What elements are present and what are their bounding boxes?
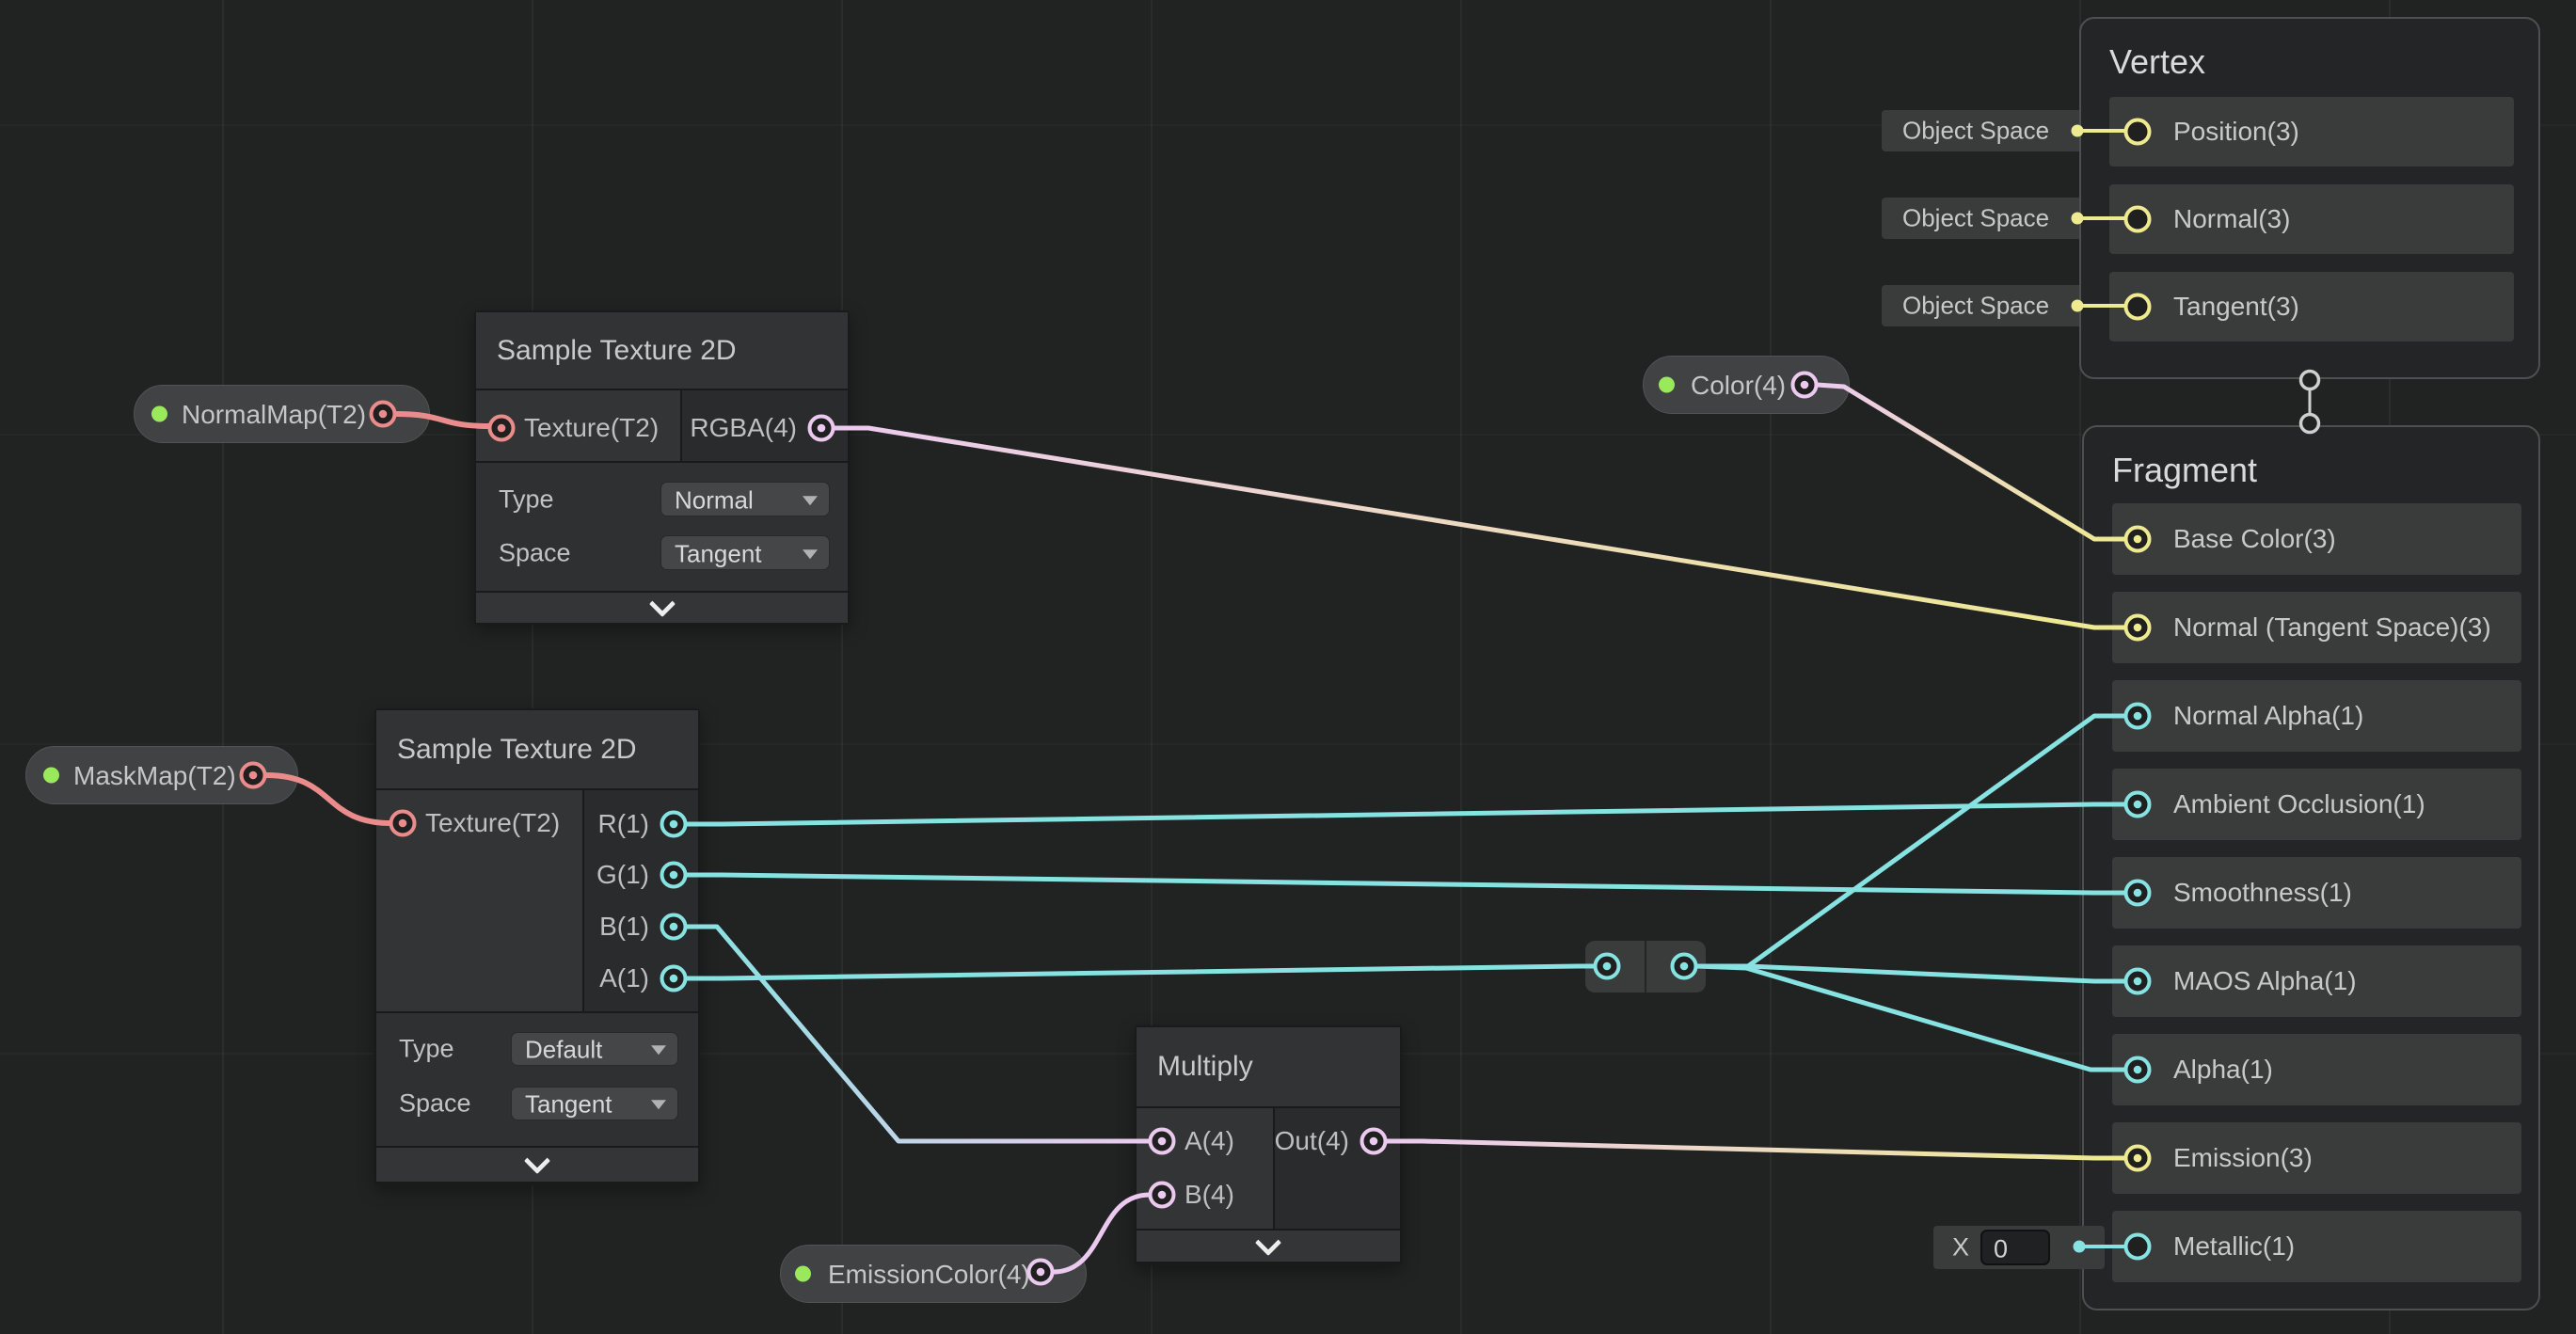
node-title-bar[interactable]: Sample Texture 2D [376,710,698,788]
edge-redirect-to-normal-alpha[interactable] [1696,716,2125,966]
block-row-metallic-1[interactable]: Metallic(1) [2112,1211,2521,1282]
edge-sample2-r-to-ambient-occlusion[interactable] [686,804,2125,824]
block-row-label: Position(3) [2173,117,2299,147]
property-node-maskmap-t2[interactable]: MaskMap(T2) [25,746,298,804]
edge-sample2-a-to-redirect[interactable] [686,966,1595,978]
property-node-label: MaskMap(T2) [73,761,236,791]
dropdown-selected-value: Default [525,1036,602,1065]
collapse-chevron-button[interactable] [376,1148,698,1182]
output-port-label: R(1) [598,809,649,839]
block-row-position-3[interactable]: Position(3) [2109,97,2514,167]
block-row-label: MAOS Alpha(1) [2173,966,2357,996]
dropdown-selected-value: Normal [675,485,754,515]
output-port-label: B(1) [599,912,649,942]
property-node-normalmap-t2[interactable]: NormalMap(T2) [134,385,430,443]
type-dropdown[interactable]: Default [511,1032,678,1066]
block-row-ambient-occlusion-1[interactable]: Ambient Occlusion(1) [2112,769,2521,840]
float-component-label: X [1952,1233,1969,1263]
block-row-normal-tangent-space-3[interactable]: Normal (Tangent Space)(3) [2112,592,2521,663]
block-row-label: Base Color(3) [2173,524,2336,554]
chevron-down-icon [524,1148,550,1174]
edge-sample2-g-to-smoothness[interactable] [686,875,2125,893]
property-node-label: Color(4) [1691,371,1786,401]
node-title-bar[interactable]: Sample Texture 2D [476,312,848,389]
block-row-label: Emission(3) [2173,1143,2313,1173]
block-row-label: Ambient Occlusion(1) [2173,789,2425,819]
badge-label: Object Space [1902,292,2049,321]
badge-label: Object Space [1902,117,2049,146]
block-row-label: Alpha(1) [2173,1055,2273,1085]
node-title-label: Sample Texture 2D [397,734,637,766]
chevron-down-icon [648,591,675,617]
block-row-maos-alpha-1[interactable]: MAOS Alpha(1) [2112,945,2521,1017]
float-value-text: 0 [1994,1235,2008,1264]
space-dropdown[interactable]: Tangent [660,535,830,570]
block-row-label: Normal(3) [2173,204,2290,234]
edge-multiply-out-to-emission[interactable] [1386,1141,2125,1158]
collapse-chevron-button[interactable] [1137,1231,1400,1262]
property-node-label: EmissionColor(4) [828,1260,1030,1290]
shader-graph-canvas[interactable]: NormalMap(T2) MaskMap(T2) Color(4) Emission… [0,0,2576,1334]
edge-redirect-to-maos-alpha[interactable] [1696,966,2125,981]
input-port-label: B(4) [1185,1180,1234,1210]
edge-redirect-to-alpha[interactable] [1696,966,2125,1070]
block-row-emission-3[interactable]: Emission(3) [2112,1122,2521,1194]
property-node-label: NormalMap(T2) [182,400,366,430]
type-dropdown[interactable]: Normal [660,482,830,516]
default-value-badge-object-space: Object Space [1882,198,2100,239]
node-title-label: Sample Texture 2D [497,335,737,367]
output-port-label: Out(4) [1275,1126,1349,1156]
node-title-label: Multiply [1157,1051,1253,1083]
output-port-label: A(1) [599,963,649,993]
dropdown-selected-value: Tangent [525,1090,612,1120]
node-title-bar[interactable]: Multiply [1137,1027,1400,1106]
chevron-down-icon [651,1045,666,1055]
block-row-label: Metallic(1) [2173,1231,2295,1262]
input-port-label: Texture(T2) [524,413,659,443]
block-row-label: Smoothness(1) [2173,878,2352,908]
block-row-tangent-3[interactable]: Tangent(3) [2109,272,2514,341]
control-label-space: Space [499,538,571,567]
input-port-label: A(4) [1185,1126,1234,1156]
edge-color-to-base-color[interactable] [1817,385,2125,539]
control-label-type: Type [499,484,554,514]
block-row-label: Tangent(3) [2173,292,2299,322]
exposed-property-dot-icon [43,768,59,784]
badge-label: Object Space [1902,204,2049,233]
exposed-property-dot-icon [795,1266,811,1282]
collapse-chevron-button[interactable] [476,593,848,623]
default-value-badge-object-space: Object Space [1882,110,2100,151]
space-dropdown[interactable]: Tangent [511,1087,678,1120]
exposed-property-dot-icon [151,406,167,422]
redirect-node[interactable] [1585,941,1706,993]
block-row-label: Normal Alpha(1) [2173,701,2363,731]
chevron-down-icon [803,549,818,559]
block-title-vertex: Vertex [2109,42,2205,82]
exposed-property-dot-icon [1659,377,1675,393]
property-node-emissioncolor-4[interactable]: EmissionColor(4) [780,1245,1087,1303]
block-row-alpha-1[interactable]: Alpha(1) [2112,1034,2521,1105]
block-row-normal-alpha-1[interactable]: Normal Alpha(1) [2112,680,2521,752]
dropdown-selected-value: Tangent [675,539,762,568]
block-row-base-color-3[interactable]: Base Color(3) [2112,503,2521,575]
chevron-down-icon [651,1100,666,1109]
input-port-label: Texture(T2) [425,808,560,838]
edge-sample2-b-to-multiply-a[interactable] [686,927,1150,1141]
block-row-smoothness-1[interactable]: Smoothness(1) [2112,857,2521,929]
control-label-type: Type [399,1035,454,1064]
block-row-label: Normal (Tangent Space)(3) [2173,612,2491,643]
chevron-down-icon [803,496,818,505]
edge-sample1-rgba-to-normal-tangent-space[interactable] [834,428,2125,627]
block-row-normal-3[interactable]: Normal(3) [2109,184,2514,254]
chevron-down-icon [1255,1229,1281,1255]
redirect-divider [1645,941,1646,993]
float-value-input[interactable]: 0 [1980,1230,2050,1265]
control-label-space: Space [399,1089,471,1119]
output-port-label: G(1) [596,860,649,890]
property-node-color-4[interactable]: Color(4) [1643,356,1850,414]
output-port-label: RGBA(4) [690,413,797,443]
default-value-badge-object-space: Object Space [1882,285,2100,326]
block-title-fragment: Fragment [2112,451,2257,490]
